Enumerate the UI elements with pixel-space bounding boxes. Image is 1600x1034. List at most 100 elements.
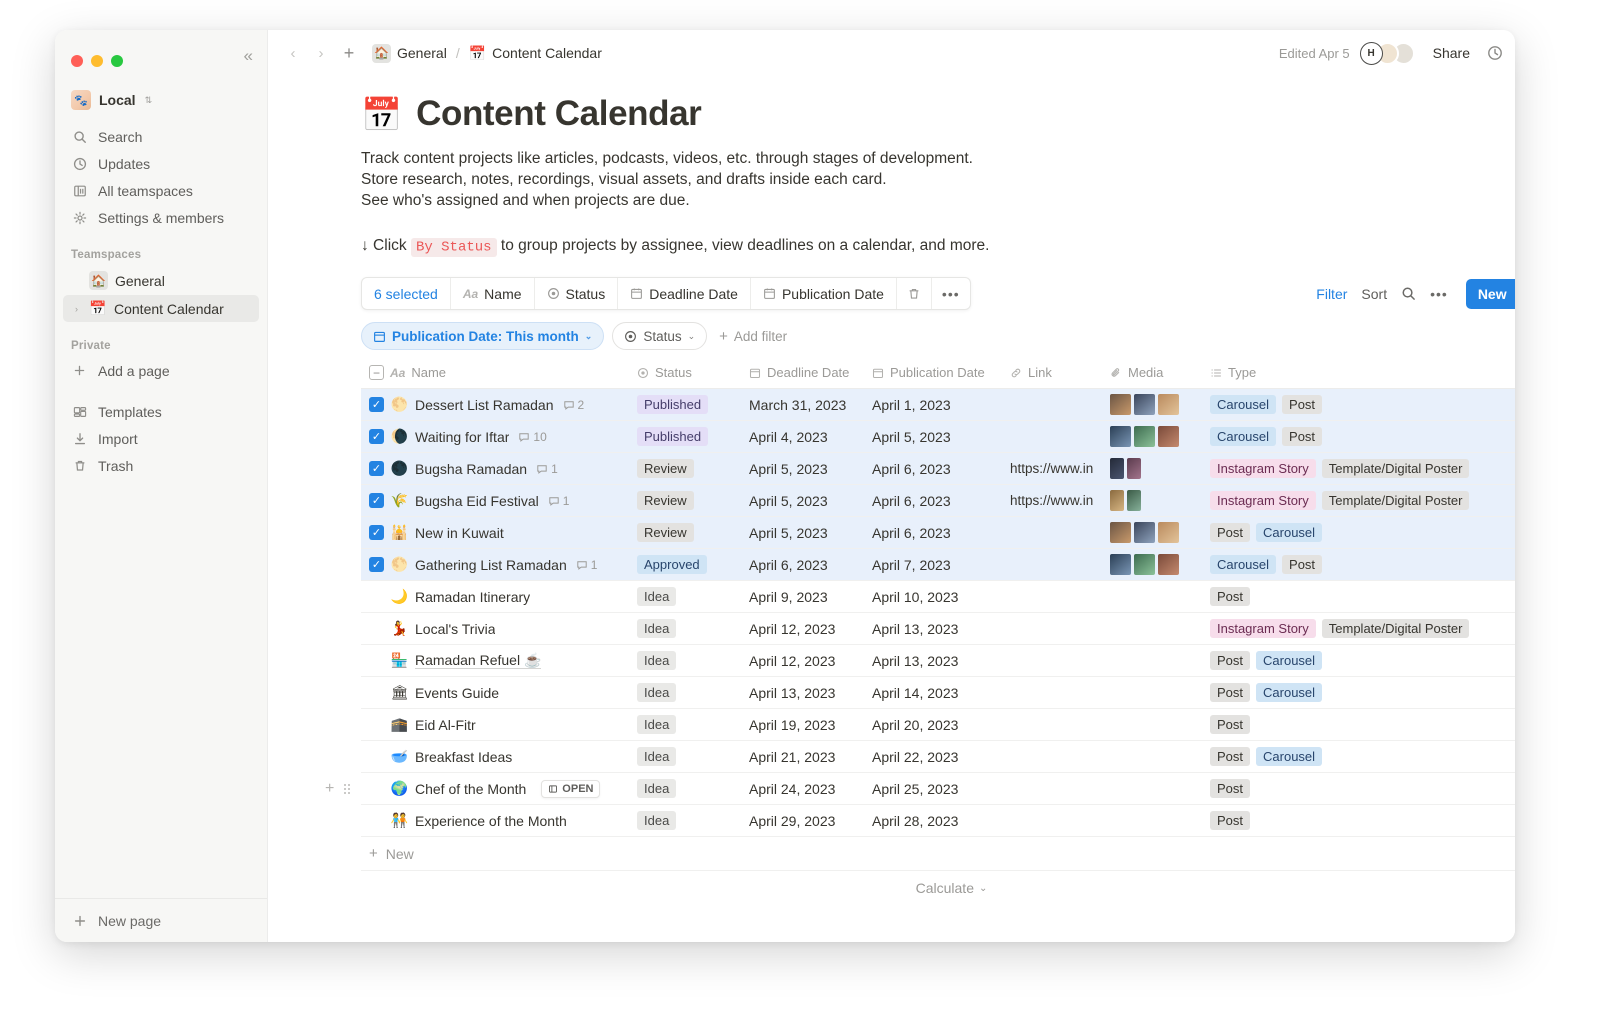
sidebar-item-all-teamspaces[interactable]: All teamspaces [63,177,259,204]
add-column-button[interactable]: + [1512,364,1515,389]
cell-publication-date[interactable]: April 10, 2023 [864,580,1002,613]
sidebar-item-general[interactable]: 🏠 General [63,266,259,295]
cell-status[interactable]: Idea [629,708,741,741]
cell-status[interactable]: Published [629,388,741,421]
cell-type[interactable]: Carousel Post [1202,420,1512,453]
collapse-sidebar-button[interactable]: « [244,47,253,64]
media-thumbnail[interactable] [1158,394,1179,415]
cell-type[interactable]: Post Carousel [1202,740,1512,773]
row-title[interactable]: Breakfast Ideas [415,749,512,765]
sidebar-item-trash[interactable]: Trash [63,452,259,479]
page-icon[interactable]: 📅 [361,98,402,131]
row-checkbox[interactable]: ✓ [369,525,384,540]
media-thumbnail[interactable] [1110,522,1131,543]
cell-name[interactable]: 🥣 Breakfast Ideas [361,740,629,773]
row-checkbox[interactable] [369,749,384,764]
breadcrumb-item-general[interactable]: 🏠 General [368,42,451,65]
cell-media[interactable] [1102,708,1202,741]
cell-media[interactable] [1102,612,1202,645]
cell-media[interactable] [1102,452,1202,485]
cell-publication-date[interactable]: April 6, 2023 [864,516,1002,549]
row-title[interactable]: Experience of the Month [415,813,567,829]
cell-type[interactable]: Instagram Story Template/Digital Poster [1202,452,1512,485]
row-title[interactable]: Events Guide [415,685,499,701]
cell-publication-date[interactable]: April 13, 2023 [864,644,1002,677]
cell-link[interactable] [1002,676,1102,709]
cell-publication-date[interactable]: April 6, 2023 [864,484,1002,517]
cell-type[interactable]: Post [1202,708,1512,741]
link-value[interactable]: https://www.in [1010,493,1094,508]
cell-deadline-date[interactable]: April 29, 2023 [741,804,864,837]
share-button[interactable]: Share [1425,41,1478,65]
sidebar-item-templates[interactable]: Templates [63,398,259,425]
new-page-button[interactable]: New page [63,907,259,934]
media-thumbnail[interactable] [1110,490,1124,511]
cell-name[interactable]: 🌙 Ramadan Itinerary [361,580,629,613]
media-thumbnail[interactable] [1134,522,1155,543]
avatar[interactable]: H [1359,41,1383,65]
cell-name[interactable]: 🏛 Events Guide [361,676,629,709]
cell-link[interactable] [1002,772,1102,805]
cell-publication-date[interactable]: April 7, 2023 [864,548,1002,581]
link-value[interactable]: https://www.in [1010,461,1094,476]
cell-media[interactable] [1102,644,1202,677]
workspace-switcher[interactable]: 🐾 Local ⇅ [63,85,259,115]
row-checkbox[interactable] [369,781,384,796]
filter-button[interactable]: Filter [1316,286,1347,302]
cell-media[interactable] [1102,740,1202,773]
table-row[interactable]: ✓ 🌾 Bugsha Eid Festival 1 Review April 5, 202… [361,484,1515,517]
cell-status[interactable]: Idea [629,772,741,805]
cell-media[interactable] [1102,580,1202,613]
cell-link[interactable] [1002,740,1102,773]
table-row[interactable]: ✓ 🕌 New in Kuwait Review April 5, 2023 April … [361,516,1515,549]
media-thumbnail[interactable] [1158,522,1179,543]
cell-link[interactable] [1002,420,1102,453]
bulk-delete-button[interactable] [897,278,932,309]
comment-count[interactable]: 1 [536,462,558,476]
cell-status[interactable]: Review [629,452,741,485]
cell-deadline-date[interactable]: April 24, 2023 [741,772,864,805]
row-title[interactable]: Gathering List Ramadan [415,557,567,573]
cell-link[interactable] [1002,548,1102,581]
cell-media[interactable] [1102,676,1202,709]
cell-link[interactable] [1002,708,1102,741]
cell-publication-date[interactable]: April 1, 2023 [864,388,1002,421]
cell-publication-date[interactable]: April 6, 2023 [864,452,1002,485]
cell-type[interactable]: Post [1202,580,1512,613]
table-row[interactable]: + 🌍 Chef of the Month OPEN Idea April 24, 202… [325,772,1515,805]
cell-link[interactable]: https://www.in [1002,452,1102,485]
sidebar-item-search[interactable]: Search [63,123,259,150]
row-checkbox[interactable]: ✓ [369,557,384,572]
row-title[interactable]: New in Kuwait [415,525,504,541]
close-window-button[interactable] [71,54,83,67]
cell-publication-date[interactable]: April 25, 2023 [864,772,1002,805]
row-title[interactable]: Bugsha Ramadan [415,461,527,477]
cell-status[interactable]: Idea [629,676,741,709]
table-row[interactable]: 🧑‍🤝‍🧑 Experience of the Month Idea April 29… [361,804,1515,837]
table-row[interactable]: 🌙 Ramadan Itinerary Idea April 9, 2023 April… [361,580,1515,613]
calculate-button[interactable]: Calculate ⌄ [361,871,1515,905]
cell-publication-date[interactable]: April 20, 2023 [864,708,1002,741]
cell-link[interactable] [1002,644,1102,677]
table-row[interactable]: ✓ 🌑 Bugsha Ramadan 1 Review April 5, 2023 Apri… [361,452,1515,485]
row-checkbox[interactable] [369,653,384,668]
cell-type[interactable]: Post Carousel [1202,516,1512,549]
row-title[interactable]: Chef of the Month [415,781,526,797]
cell-name[interactable]: 💃 Local's Trivia [361,612,629,645]
cell-media[interactable] [1102,804,1202,837]
collaborator-avatars[interactable]: H [1359,41,1415,65]
sort-button[interactable]: Sort [1361,286,1387,302]
sidebar-item-content-calendar[interactable]: › 📅 Content Calendar [63,295,259,322]
row-checkbox[interactable]: ✓ [369,461,384,476]
table-row[interactable]: ✓ 🌕 Gathering List Ramadan 1 Approved April 6… [361,548,1515,581]
back-button[interactable]: ‹ [280,40,306,66]
bulk-edit-publication-date[interactable]: Publication Date [751,278,897,309]
bulk-edit-status[interactable]: Status [535,278,619,309]
cell-media[interactable] [1102,772,1202,805]
table-row[interactable]: 💃 Local's Trivia Idea April 12, 2023 April 1… [361,612,1515,645]
cell-type[interactable]: Post Carousel [1202,644,1512,677]
cell-status[interactable]: Idea [629,644,741,677]
table-row[interactable]: 🥣 Breakfast Ideas Idea April 21, 2023 April … [361,740,1515,773]
row-title[interactable]: Ramadan Refuel ☕ [415,652,541,669]
cell-name[interactable]: ✓ 🕌 New in Kuwait [361,516,629,549]
